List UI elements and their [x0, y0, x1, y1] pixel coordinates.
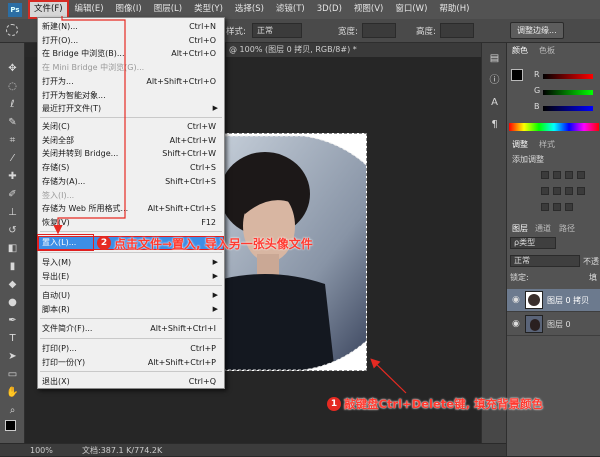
step-2-callout: 点击文件→置入, 导入另一张头像文件 — [114, 237, 313, 251]
annotation-arrows — [53, 16, 407, 394]
arrow-to-canvas — [370, 358, 407, 394]
arrow-menu-to-place — [53, 16, 126, 235]
step-1-callout: 敲键盘Ctrl+Delete键, 填充背景颜色 — [344, 397, 543, 411]
step-1-badge: 1 — [327, 397, 341, 411]
step-2-badge: 2 — [97, 236, 111, 250]
